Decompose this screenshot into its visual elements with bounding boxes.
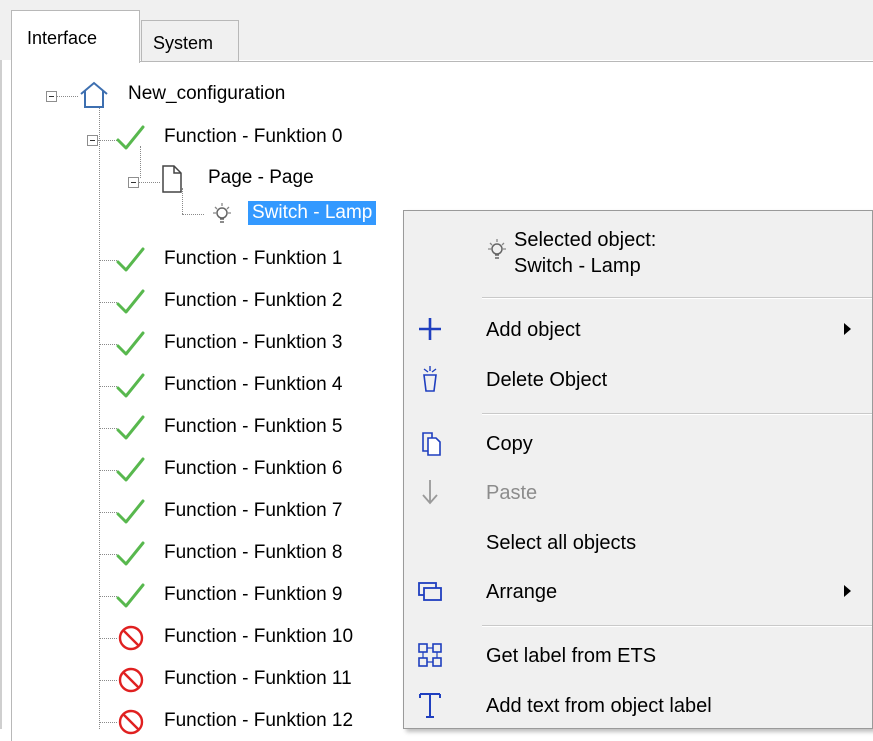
tree-connector bbox=[99, 428, 117, 429]
tree-node-label: Function - Funktion 10 bbox=[164, 626, 354, 647]
trash-icon bbox=[423, 366, 437, 392]
menu-header-title: Selected object: bbox=[514, 229, 657, 251]
tree-connector bbox=[99, 596, 117, 597]
paste-arrow-down-icon bbox=[422, 480, 438, 505]
page-icon bbox=[162, 165, 182, 193]
menu-item-paste[interactable]: Paste bbox=[404, 470, 872, 518]
menu-item-add-object[interactable]: Add object bbox=[404, 307, 872, 355]
tree-connector bbox=[99, 722, 117, 723]
menu-separator bbox=[482, 625, 872, 627]
tree-node-label: New_configuration bbox=[128, 83, 286, 104]
tree-node-label: Function - Funktion 0 bbox=[164, 126, 343, 147]
tree-connector bbox=[99, 638, 117, 639]
green-check-icon bbox=[116, 125, 145, 150]
menu-item-label: Arrange bbox=[486, 581, 558, 603]
tree-node-label: Function - Funktion 3 bbox=[164, 332, 343, 353]
lightbulb-icon bbox=[488, 239, 506, 259]
menu-header-selected-object: Selected object: Switch - Lamp bbox=[404, 225, 872, 289]
tree-connector bbox=[99, 512, 117, 513]
menu-item-label: Copy bbox=[486, 433, 533, 455]
tab-system[interactable]: System bbox=[141, 20, 239, 61]
tree-node-label: Function - Funktion 7 bbox=[164, 500, 343, 521]
green-check-icon bbox=[116, 541, 145, 566]
tree-connector bbox=[99, 260, 117, 261]
red-prohibited-icon bbox=[118, 625, 144, 651]
selected-object-label: Switch - Lamp bbox=[248, 201, 377, 225]
tree-node-label: Page - Page bbox=[208, 167, 314, 188]
menu-item-get-label[interactable]: Get label from ETS bbox=[404, 633, 872, 681]
menu-separator bbox=[482, 413, 872, 415]
submenu-arrow-icon bbox=[844, 585, 851, 597]
tree-connector bbox=[99, 344, 117, 345]
menu-item-label: Paste bbox=[486, 482, 538, 504]
menu-item-arrange[interactable]: Arrange bbox=[404, 569, 872, 617]
plus-icon bbox=[419, 318, 441, 340]
tree-node-label: Function - Funktion 4 bbox=[164, 374, 343, 395]
copy-icon bbox=[422, 432, 441, 456]
collapse-toggle[interactable] bbox=[87, 135, 98, 146]
menu-item-copy[interactable]: Copy bbox=[404, 421, 872, 469]
text-t-icon bbox=[419, 693, 441, 718]
tree-node-label: Function - Funktion 2 bbox=[164, 290, 343, 311]
submenu-arrow-icon bbox=[844, 323, 851, 335]
tree-connector bbox=[99, 302, 117, 303]
lightbulb-icon bbox=[213, 203, 231, 223]
menu-item-label: Add object bbox=[486, 319, 581, 341]
collapse-toggle[interactable] bbox=[128, 177, 139, 188]
tab-strip: Interface System bbox=[0, 0, 873, 63]
green-check-icon bbox=[116, 289, 145, 314]
menu-separator bbox=[482, 297, 872, 299]
menu-item-label: Select all objects bbox=[486, 532, 637, 554]
label-grid-icon bbox=[418, 643, 442, 667]
tree-node-label: Function - Funktion 9 bbox=[164, 584, 343, 605]
tree-connector bbox=[99, 680, 117, 681]
menu-item-delete-object[interactable]: Delete Object bbox=[404, 357, 872, 405]
menu-item-add-text[interactable]: Add text from object label bbox=[404, 683, 872, 731]
green-check-icon bbox=[116, 247, 145, 272]
menu-item-label: Add text from object label bbox=[486, 695, 712, 717]
tree-connector bbox=[99, 554, 117, 555]
tree-connector bbox=[182, 214, 204, 215]
menu-item-select-all[interactable]: Select all objects bbox=[404, 520, 872, 568]
menu-item-label: Get label from ETS bbox=[486, 645, 657, 667]
tree-connector bbox=[99, 470, 117, 471]
tree-node-label: Function - Funktion 11 bbox=[164, 668, 352, 689]
green-check-icon bbox=[116, 373, 145, 398]
red-prohibited-icon bbox=[118, 667, 144, 693]
arrange-icon bbox=[418, 582, 442, 601]
tree-node-label: Function - Funktion 1 bbox=[164, 248, 343, 269]
tab-interface[interactable]: Interface bbox=[11, 10, 140, 63]
green-check-icon bbox=[116, 457, 145, 482]
house-icon bbox=[80, 81, 108, 108]
green-check-icon bbox=[116, 583, 145, 608]
menu-item-label: Delete Object bbox=[486, 369, 608, 391]
tree-node-label: Function - Funktion 5 bbox=[164, 416, 343, 437]
menu-header-object: Switch - Lamp bbox=[514, 255, 641, 277]
green-check-icon bbox=[116, 331, 145, 356]
tree-node-label: Function - Funktion 8 bbox=[164, 542, 343, 563]
tree-connector bbox=[99, 386, 117, 387]
red-prohibited-icon bbox=[118, 709, 144, 735]
window-left-edge bbox=[0, 0, 2, 729]
tree-connector bbox=[99, 107, 100, 729]
context-menu: Selected object: Switch - Lamp Add objec… bbox=[403, 210, 873, 729]
collapse-toggle[interactable] bbox=[46, 91, 57, 102]
green-check-icon bbox=[116, 499, 145, 524]
tree-node-label: Function - Funktion 6 bbox=[164, 458, 343, 479]
green-check-icon bbox=[116, 415, 145, 440]
